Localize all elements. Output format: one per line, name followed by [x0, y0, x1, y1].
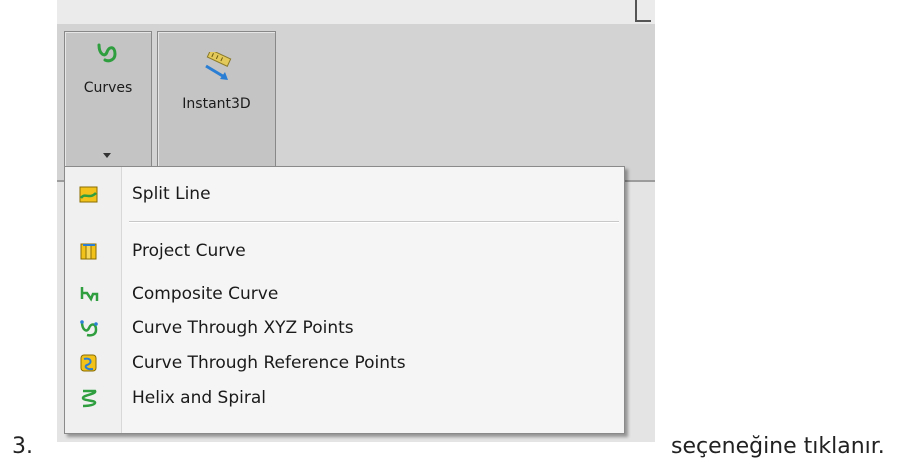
top-toolbar-strip — [57, 0, 655, 25]
chevron-down-icon[interactable] — [103, 153, 111, 158]
menu-item-curve-through-xyz-points[interactable]: Curve Through XYZ Points — [66, 315, 623, 341]
menu-item-composite-curve[interactable]: Composite Curve — [66, 281, 623, 307]
instant3d-icon — [205, 52, 232, 80]
menu-item-curve-through-reference-points[interactable]: Curve Through Reference Points — [66, 350, 623, 376]
menu-item-label: Split Line — [132, 184, 211, 204]
menu-item-label: Curve Through XYZ Points — [132, 318, 354, 338]
project-curve-icon — [80, 243, 97, 260]
curves-dropdown-menu: Split Line Project Curve Composite Curve — [64, 166, 625, 434]
instruction-caption: seçeneğine tıklanır. — [671, 434, 885, 459]
helix-spiral-icon — [81, 389, 97, 408]
menu-item-label: Composite Curve — [132, 284, 279, 304]
menu-separator — [129, 221, 619, 223]
menu-item-helix-and-spiral[interactable]: Helix and Spiral — [66, 385, 623, 411]
curves-button-label: Curves — [83, 80, 133, 96]
split-line-icon — [79, 186, 98, 203]
curve-xyz-icon — [80, 320, 98, 337]
curves-icon — [97, 43, 117, 63]
window-corner-mark — [635, 0, 651, 22]
menu-item-label: Helix and Spiral — [132, 388, 266, 408]
step-number: 3. — [12, 434, 33, 459]
composite-curve-icon — [80, 287, 99, 302]
menu-item-label: Curve Through Reference Points — [132, 353, 406, 373]
cad-screenshot: Curves Instant3D Split Line Project Curv… — [57, 0, 655, 442]
curve-reference-points-icon — [80, 354, 97, 372]
curves-button[interactable]: Curves — [64, 31, 152, 177]
menu-item-project-curve[interactable]: Project Curve — [66, 238, 623, 264]
menu-item-label: Project Curve — [132, 241, 246, 261]
instant3d-button-label: Instant3D — [182, 96, 251, 112]
menu-item-split-line[interactable]: Split Line — [66, 181, 623, 207]
instant3d-button[interactable]: Instant3D — [157, 31, 276, 180]
